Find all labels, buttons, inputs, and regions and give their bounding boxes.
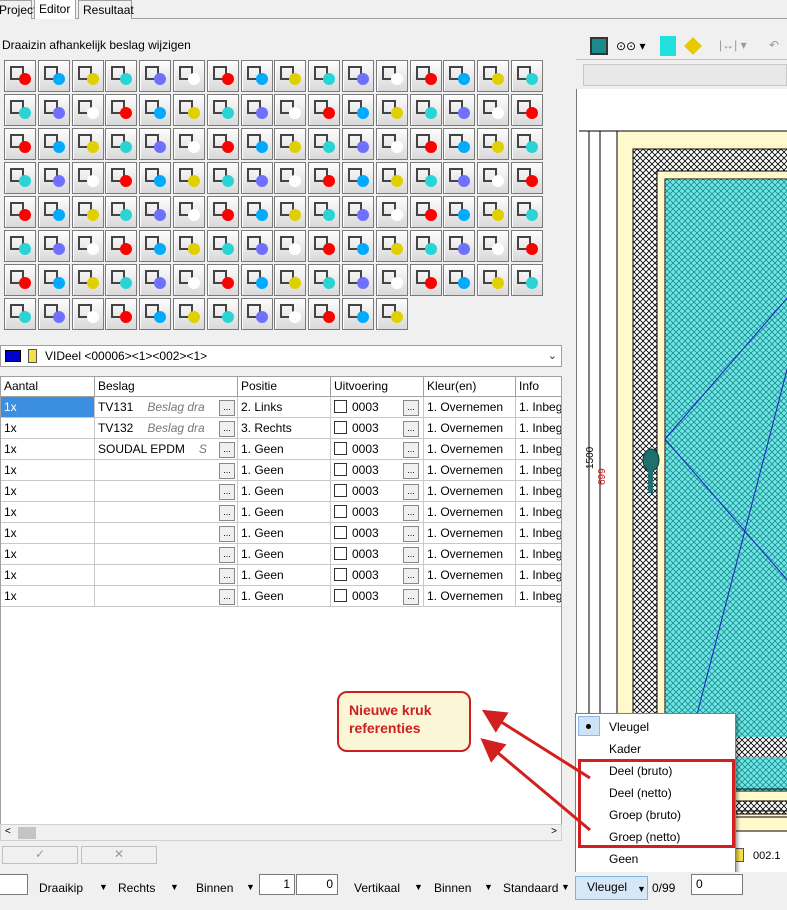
callout-note: Nieuwe kruk referenties	[337, 691, 471, 752]
number-input-2[interactable]: 0	[296, 874, 338, 895]
vleugel-select[interactable]: Vleugel ▼	[575, 876, 648, 900]
dropdown-arrow-icon[interactable]: ▼	[246, 882, 255, 892]
vertikaal-select[interactable]: Vertikaal ▼	[354, 878, 423, 898]
standaard-select[interactable]: Standaard ▼	[503, 878, 570, 898]
rechts-label: Rechts	[118, 881, 156, 895]
dropdown-arrow-icon[interactable]: ▼	[637, 884, 646, 894]
dropdown-arrow-icon[interactable]: ▼	[484, 882, 493, 892]
number-input-1[interactable]: 1	[259, 874, 295, 895]
binnen-select-1[interactable]: Binnen ▼	[196, 878, 255, 898]
vertikaal-label: Vertikaal	[354, 881, 401, 895]
count-label: 0/99	[652, 881, 676, 895]
standaard-label: Standaard	[503, 881, 559, 895]
dropdown-arrow-icon[interactable]: ▼	[170, 882, 179, 892]
dropdown-arrow-icon[interactable]: ▼	[99, 882, 108, 892]
rechts-select[interactable]: Rechts ▼	[118, 878, 179, 898]
callout-line-1: Nieuwe kruk	[349, 702, 432, 718]
binnen-select-2[interactable]: Binnen ▼	[434, 878, 493, 898]
callout-line-2: referenties	[349, 720, 421, 736]
draaikip-label: Draaikip	[39, 881, 84, 895]
bottom-input-left[interactable]	[0, 874, 28, 895]
dropdown-arrow-icon[interactable]: ▼	[414, 882, 423, 892]
binnen-label-1: Binnen	[196, 881, 234, 895]
binnen-label-2: Binnen	[434, 881, 472, 895]
draaikip-select[interactable]: Draaikip ▼	[39, 878, 108, 898]
callout-arrows	[480, 709, 591, 832]
vleugel-label: Vleugel	[587, 880, 628, 894]
number-input-3[interactable]: 0	[691, 874, 743, 895]
dropdown-arrow-icon[interactable]: ▼	[561, 882, 570, 892]
bottom-toolbar: Draaikip ▼ Rechts ▼ Binnen ▼ 1 0 Vertikaal ▼…	[0, 872, 787, 910]
